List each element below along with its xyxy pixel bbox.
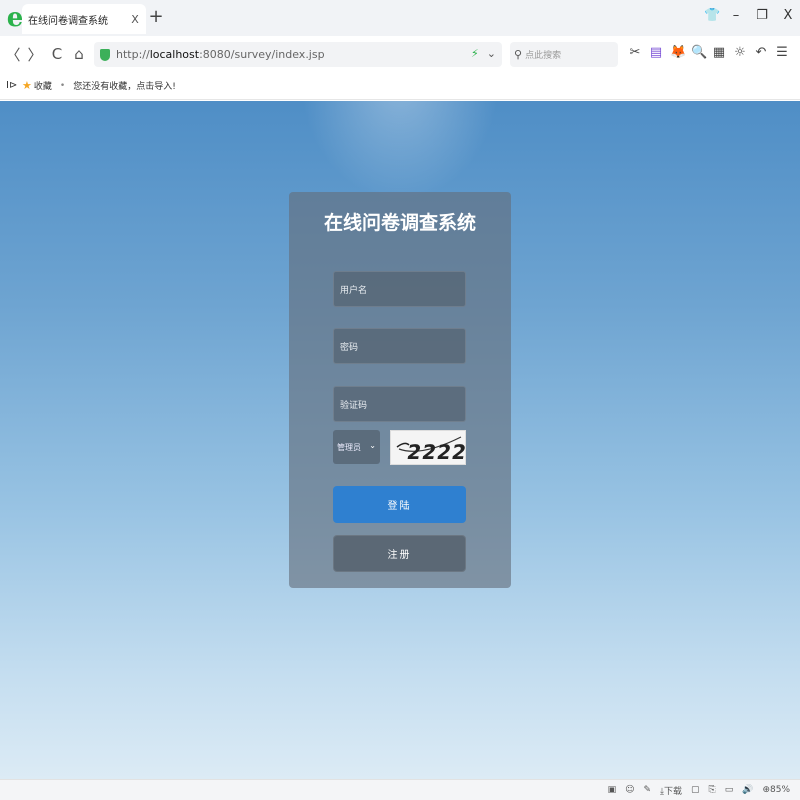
pen-icon[interactable]: ✎ [643, 785, 651, 795]
favorites-label[interactable]: 收藏 [34, 79, 52, 92]
back-icon[interactable]: 〈 [2, 44, 24, 65]
page-background: 在线问卷调查系统 用户名 密码 验证码 管理员 ⌄ 2222 登陆 注册 [0, 101, 800, 779]
login-panel: 在线问卷调查系统 用户名 密码 验证码 管理员 ⌄ 2222 登陆 注册 [289, 192, 511, 588]
username-input[interactable]: 用户名 [333, 271, 466, 307]
role-selected-value: 管理员 [337, 442, 361, 452]
role-select[interactable]: 管理员 ⌄ [333, 430, 380, 464]
flash-icon[interactable]: ⚡ [471, 47, 479, 60]
search-icon: ⚲ [514, 48, 523, 61]
password-input[interactable]: 密码 [333, 328, 466, 364]
translate-icon[interactable]: ▤ [649, 45, 663, 60]
address-bar[interactable]: http://localhost:8080/survey/index.jsp ⚡… [94, 42, 502, 67]
browser-tabbar: e 在线问卷调查系统 X + 👕 – ❐ X [0, 0, 800, 36]
sound-icon[interactable]: 🔊 [742, 785, 753, 795]
bookmark-separator: • [59, 80, 66, 91]
new-tab-icon[interactable]: + [148, 8, 164, 26]
login-title: 在线问卷调查系统 [323, 212, 476, 234]
restore-icon[interactable]: ❐ [756, 8, 768, 23]
skin-icon[interactable]: 👕 [704, 8, 720, 23]
window-controls: 👕 – ❐ X [704, 8, 794, 23]
login-button[interactable]: 登陆 [333, 486, 466, 523]
tab-title: 在线问卷调查系统 [28, 15, 108, 27]
captcha-placeholder: 验证码 [340, 400, 368, 411]
captcha-text: 2222 [405, 440, 466, 464]
browser-tab[interactable]: 在线问卷调查系统 X [22, 4, 146, 34]
password-placeholder: 密码 [340, 342, 359, 353]
home-icon[interactable]: ⌂ [68, 45, 90, 63]
minimize-icon[interactable]: – [730, 8, 742, 23]
window-icon[interactable]: ▭ [725, 785, 734, 795]
zoom-icon[interactable]: 🔍 [691, 45, 707, 60]
brightness-icon[interactable]: ☼ [733, 45, 747, 60]
import-bookmarks-link[interactable]: 您还没有收藏，点击导入! [73, 79, 176, 92]
bookmark-bar: I⊳ ★ 收藏 • 您还没有收藏，点击导入! [0, 72, 800, 100]
captcha-graphic: 2222 [396, 436, 466, 464]
copy-icon[interactable]: ⎘ [709, 785, 716, 795]
search-placeholder: 点此搜索 [525, 51, 562, 61]
menu-icon[interactable]: ☰ [775, 45, 789, 60]
url-prefix: http:// [116, 48, 150, 61]
url-host: localhost [149, 48, 200, 61]
print-icon[interactable]: ▢ [691, 785, 700, 795]
search-box[interactable]: ⚲ 点此搜索 [510, 42, 618, 67]
fox-extension-icon[interactable]: 🦊 [670, 45, 686, 60]
register-button[interactable]: 注册 [333, 535, 466, 572]
url-path: :8080/survey/index.jsp [199, 48, 325, 61]
scissors-icon[interactable]: ✂ [628, 45, 642, 60]
star-icon: ★ [22, 79, 32, 92]
emoji-icon[interactable]: ☺ [625, 785, 634, 795]
browser-statusbar: ▣ ☺ ✎ ⤓下载 ▢ ⎘ ▭ 🔊 ⊕85% [0, 779, 800, 800]
tab-close-icon[interactable]: X [128, 13, 142, 26]
screenshot-icon[interactable]: ▣ [608, 785, 617, 795]
sidebar-toggle-icon[interactable]: I⊳ [6, 80, 17, 91]
captcha-input[interactable]: 验证码 [333, 386, 466, 422]
close-window-icon[interactable]: X [782, 8, 794, 23]
light-rays [300, 101, 500, 201]
apps-grid-icon[interactable]: ▦ [712, 45, 726, 60]
forward-icon[interactable]: 〉 [24, 44, 46, 65]
toolbar-icons: ✂ ▤ 🦊 🔍 ▦ ☼ ↶ ☰ [628, 45, 789, 60]
secure-shield-icon [100, 48, 110, 61]
browser-navbar: 〈 〉 C ⌂ http://localhost:8080/survey/ind… [0, 36, 800, 72]
reload-icon[interactable]: C [46, 45, 68, 63]
username-placeholder: 用户名 [340, 285, 368, 296]
download-button[interactable]: ⤓下载 [660, 784, 682, 797]
chevron-down-icon: ⌄ [369, 441, 376, 450]
zoom-level[interactable]: ⊕85% [762, 785, 790, 795]
captcha-image[interactable]: 2222 [390, 430, 466, 465]
undo-icon[interactable]: ↶ [754, 45, 768, 60]
address-dropdown-icon[interactable]: ⌄ [487, 47, 496, 60]
